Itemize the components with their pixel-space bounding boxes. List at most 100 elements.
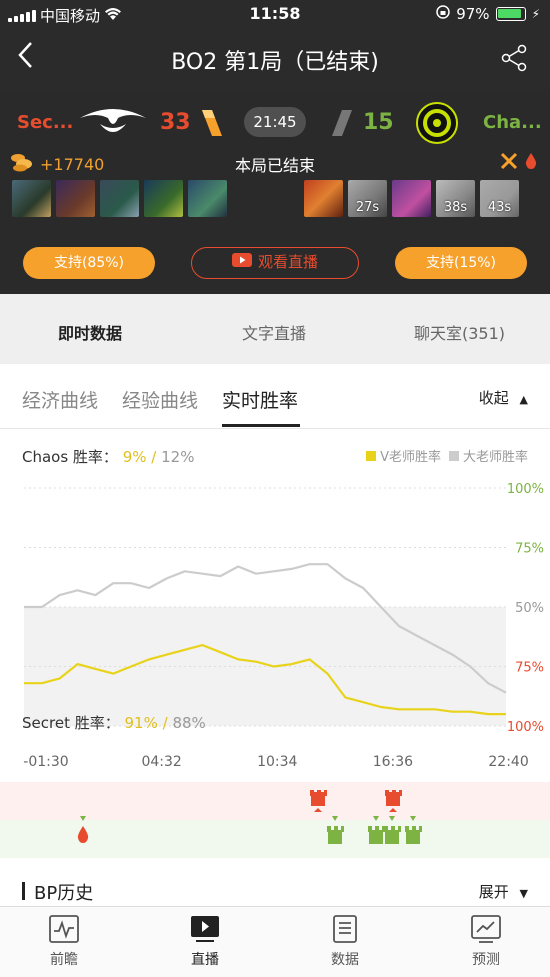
watch-live-label: 观看直播 [257,253,318,271]
tab-chat-room[interactable]: 聊天室(351) [414,320,505,344]
tower-left-icon [200,108,224,142]
tower-destroyed-icon[interactable] [405,816,422,844]
nav-live[interactable]: 直播 [175,915,235,969]
collapse-label: 收起 [478,389,509,407]
x-tick-label: 04:32 [141,754,181,770]
tower-destroyed-icon[interactable] [327,816,344,844]
secret-rate-label: Secret 胜率： [22,714,120,732]
team-left-name[interactable]: Sec... [17,112,73,133]
hero-portrait [56,180,95,217]
score-left: 33 [160,110,191,135]
legend-v: V老师胜率 [366,446,441,465]
hero-portrait [304,180,343,217]
y-tick-label: 100% [507,720,544,735]
battery-icon [495,7,526,21]
nav-predict[interactable]: 预测 [456,915,516,969]
hero-portrait [144,180,183,217]
team-left-logo[interactable] [78,104,148,144]
expand-button[interactable]: 展开 ▼ [479,881,528,902]
support-right-button[interactable]: 支持(15%) [395,247,527,279]
team-right-logo[interactable] [416,102,458,148]
crossed-swords-icon [500,152,518,174]
live-icon [190,915,220,943]
hero-portrait [392,180,431,217]
nav-data[interactable]: 数据 [315,915,375,969]
secret-rate-d: 88% [172,714,206,732]
watch-live-button[interactable]: 观看直播 [191,247,359,279]
chaos-win-rate: Chaos 胜率： 9% / 12% [22,446,194,467]
chaos-rate-label: Chaos 胜率： [22,448,118,466]
x-tick-label: -01:30 [23,754,68,770]
bottom-nav: 前瞻 直播 数据 预测 [0,906,550,977]
nav-live-label: 直播 [191,952,219,968]
x-tick-label: 16:36 [373,754,413,770]
tower-destroyed-icon[interactable] [385,790,402,812]
collapse-button[interactable]: 收起 ▲ [479,387,528,408]
charging-icon: ⚡ [531,7,540,21]
divider [0,428,550,429]
right-heroes: 27s 38s 43s [304,180,519,217]
tower-destroyed-icon[interactable] [310,790,327,812]
subtab-experience[interactable]: 经验曲线 [122,386,198,413]
respawn-timer: 43s [487,200,512,215]
play-icon [231,248,252,277]
tower-right-icon [330,108,354,142]
status-bar: 中国移动 11:58 97% ⚡ [0,0,550,28]
nav-preview-label: 前瞻 [50,952,78,968]
nav-predict-label: 预测 [472,952,500,968]
x-tick-label: 22:40 [488,754,528,770]
chaos-rate-sep: / [146,448,162,466]
hero-portrait: 38s [436,180,475,217]
y-tick-label: 100% [507,482,544,497]
predict-icon [471,915,501,943]
hero-portrait: 27s [348,180,387,217]
match-timer: 21:45 [244,107,306,137]
score-right: 15 [363,110,394,135]
nav-bar: BO2 第1局（已结束) [0,28,550,90]
bp-history-header: BP历史 展开 ▼ [0,876,550,906]
data-panel: 经济曲线 经验曲线 实时胜率 收起 ▲ Chaos 胜率： 9% / 12% V… [0,364,550,904]
secret-win-rate: Secret 胜率： 91% / 88% [22,712,206,733]
caret-up-icon: ▲ [519,393,528,406]
tower-destroyed-icon[interactable] [368,816,385,844]
first-blood-icon[interactable] [77,816,89,843]
team-right-name[interactable]: Cha... [483,112,542,133]
subtab-economy[interactable]: 经济曲线 [22,386,98,413]
nav-preview[interactable]: 前瞻 [34,915,94,969]
chaos-rate-v: 9% [122,448,147,466]
main-tabs: 即时数据 文字直播 聊天室(351) [0,294,550,364]
battery-percent: 97% [456,5,490,23]
respawn-timer: 38s [443,200,468,215]
support-left-button[interactable]: 支持(85%) [23,247,155,279]
legend-d-label: 大老师胜率 [462,450,528,465]
subtab-win-rate[interactable]: 实时胜率 [222,386,298,413]
x-tick-label: 10:34 [257,754,297,770]
left-heroes [12,180,227,217]
secret-rate-sep: / [157,714,173,732]
hero-portrait: 43s [480,180,519,217]
respawn-timer: 27s [355,200,380,215]
data-icon [330,915,360,943]
y-tick-label: 75% [515,542,544,557]
y-tick-label: 75% [515,661,544,676]
legend-v-label: V老师胜率 [380,450,441,465]
page-title: BO2 第1局（已结束) [171,50,379,75]
bp-history-title: BP历史 [34,883,94,904]
expand-label: 展开 [478,883,509,901]
chart-legend: V老师胜率 大老师胜率 [366,446,528,465]
match-header: Sec... 33 21:45 15 Cha... +17740 本局已结束 2… [0,90,550,294]
objective-icons [500,152,538,174]
y-tick-label: 50% [515,601,544,616]
tab-text-live[interactable]: 文字直播 [242,320,306,344]
section-marker [22,882,25,900]
hero-portrait [12,180,51,217]
chaos-rate-d: 12% [161,448,195,466]
share-icon[interactable] [500,44,528,72]
tab-live-data[interactable]: 即时数据 [58,320,122,344]
hero-portrait [100,180,139,217]
first-blood-icon [524,152,538,174]
preview-icon [49,915,79,943]
match-state: 本局已结束 [234,156,315,175]
tower-destroyed-icon[interactable] [384,816,401,844]
nav-data-label: 数据 [331,952,359,968]
